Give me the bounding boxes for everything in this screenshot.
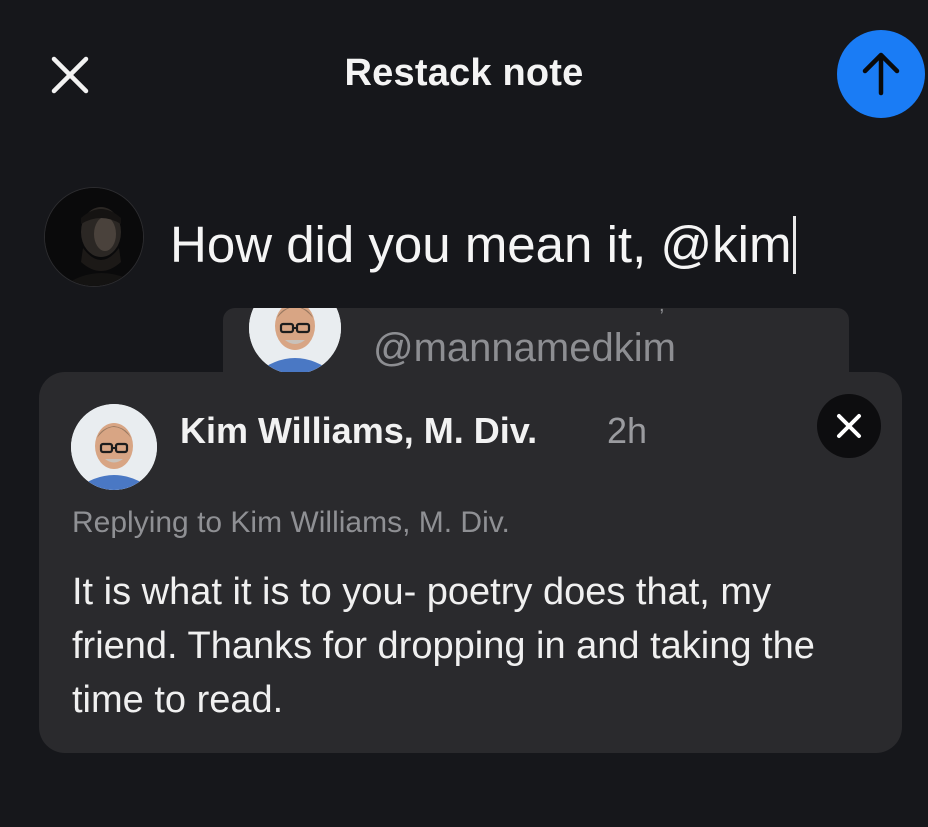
remove-quote-button[interactable]	[817, 394, 881, 458]
close-icon	[837, 414, 861, 438]
arrow-up-icon	[862, 52, 900, 96]
mention-avatar	[249, 308, 341, 374]
send-button[interactable]	[837, 30, 925, 118]
mention-name: ,	[659, 308, 665, 317]
compose-input[interactable]: How did you mean it, @kim	[170, 215, 796, 274]
note-body: It is what it is to you- poetry does tha…	[72, 571, 815, 721]
author-avatar	[71, 404, 157, 490]
post-timestamp: 2h	[607, 410, 648, 451]
user-avatar	[44, 187, 144, 287]
text-cursor	[792, 215, 796, 274]
page-title: Restack note	[344, 52, 584, 94]
quoted-note-card: Kim Williams, M. Div. 2h Replying to Kim…	[39, 372, 902, 753]
mention-handle: @mannamedkim	[373, 326, 676, 370]
compose-input-text: How did you mean it, @kim	[170, 216, 792, 273]
author-name[interactable]: Kim Williams, M. Div.	[180, 410, 537, 452]
replying-to-label: Replying to Kim Williams, M. Div.	[72, 506, 510, 539]
